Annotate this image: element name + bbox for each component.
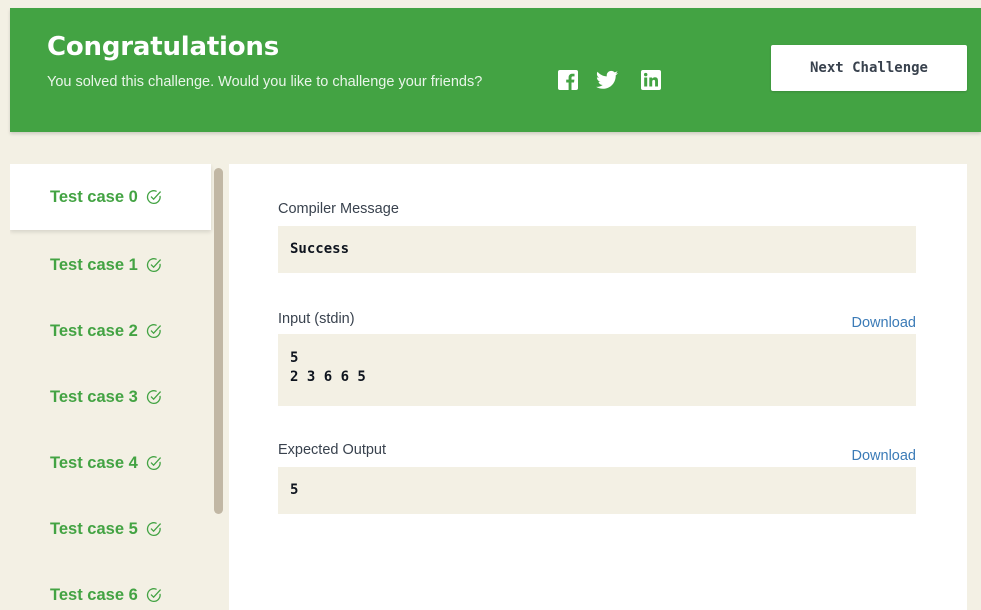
test-case-sidebar: Test case 0 Test case 1 Test case 2 Test… <box>10 164 227 610</box>
input-box: 5 2 3 6 6 5 <box>278 334 916 406</box>
linkedin-icon[interactable] <box>641 70 661 90</box>
input-download-link[interactable]: Download <box>852 315 917 331</box>
success-banner: Congratulations You solved this challeng… <box>10 8 981 132</box>
test-case-6[interactable]: Test case 6 <box>10 562 211 610</box>
twitter-icon[interactable] <box>596 70 618 90</box>
check-circle-icon <box>146 258 161 272</box>
expected-output-line: 5 <box>290 482 299 498</box>
input-line: 2 3 6 6 5 <box>290 369 366 385</box>
expected-output-label: Expected Output <box>278 442 387 458</box>
expected-output-box: 5 <box>278 467 916 514</box>
sidebar-scrollbar[interactable] <box>214 168 223 514</box>
input-line: 5 <box>290 350 299 366</box>
test-case-1[interactable]: Test case 1 <box>10 232 211 298</box>
facebook-icon[interactable] <box>558 70 578 90</box>
test-case-0[interactable]: Test case 0 <box>10 164 211 230</box>
test-case-4[interactable]: Test case 4 <box>10 430 211 496</box>
test-case-5[interactable]: Test case 5 <box>10 496 211 562</box>
input-label: Input (stdin) <box>278 311 355 327</box>
banner-subtitle: You solved this challenge. Would you lik… <box>47 74 483 90</box>
compiler-message-text: Success <box>290 241 350 257</box>
banner-title: Congratulations <box>47 32 280 62</box>
test-result-panel: Compiler Message Success Input (stdin) D… <box>229 164 967 610</box>
test-case-label: Test case 0 <box>50 187 138 206</box>
check-circle-icon <box>146 588 161 602</box>
test-case-label: Test case 5 <box>50 519 138 538</box>
compiler-message-label: Compiler Message <box>278 201 399 217</box>
test-case-label: Test case 2 <box>50 321 138 340</box>
check-circle-icon <box>146 456 161 470</box>
test-case-label: Test case 3 <box>50 387 138 406</box>
test-case-label: Test case 1 <box>50 255 138 274</box>
check-circle-icon <box>146 390 161 404</box>
check-circle-icon <box>146 190 161 204</box>
test-case-3[interactable]: Test case 3 <box>10 364 211 430</box>
compiler-message-box: Success <box>278 226 916 273</box>
test-case-label: Test case 4 <box>50 453 138 472</box>
expected-output-download-link[interactable]: Download <box>852 448 917 464</box>
next-challenge-button[interactable]: Next Challenge <box>771 45 967 91</box>
test-case-2[interactable]: Test case 2 <box>10 298 211 364</box>
check-circle-icon <box>146 324 161 338</box>
check-circle-icon <box>146 522 161 536</box>
test-case-label: Test case 6 <box>50 585 138 604</box>
